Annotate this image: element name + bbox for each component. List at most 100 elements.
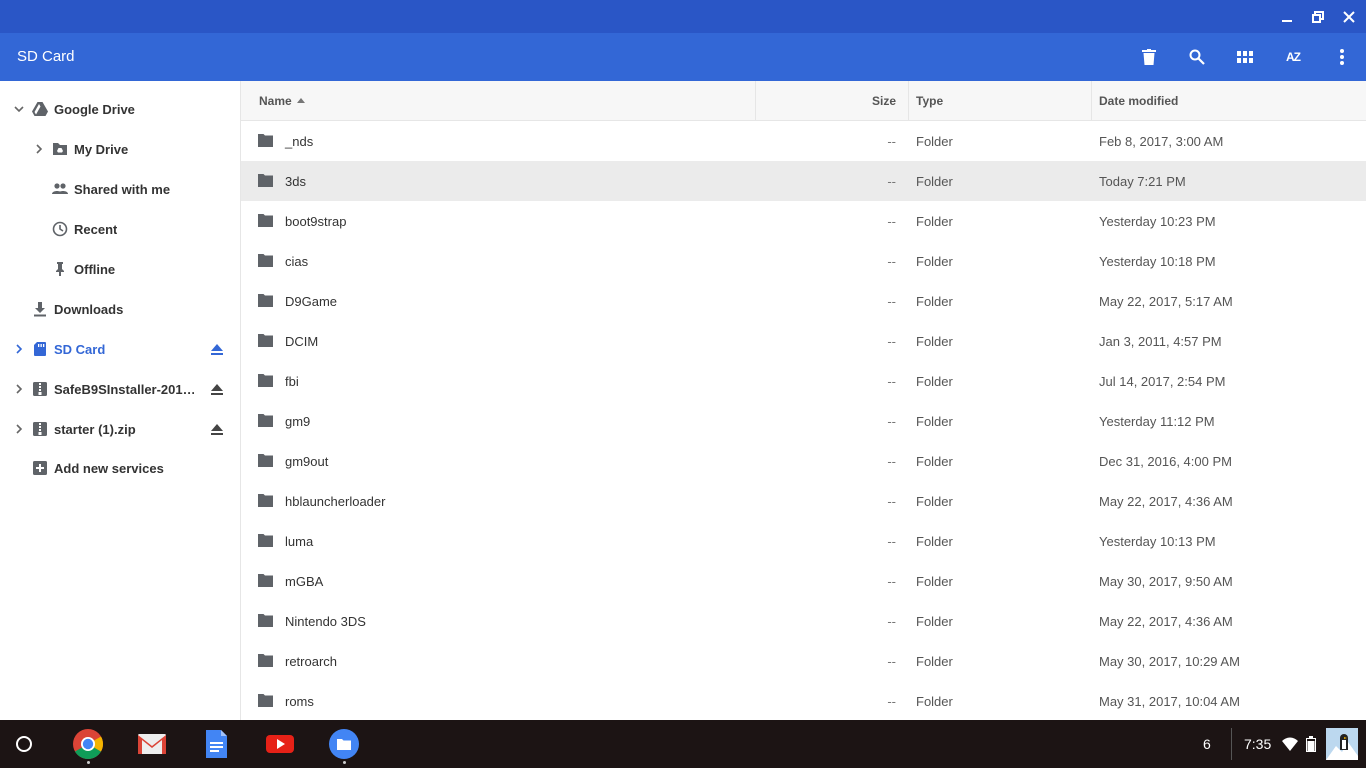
shelf-app-youtube[interactable]	[264, 728, 296, 760]
sidebar-item-google-drive[interactable]: Google Drive	[0, 89, 240, 129]
eject-icon[interactable]	[210, 422, 224, 436]
sidebar-item-label: Offline	[74, 262, 116, 277]
shelf-app-files[interactable]	[328, 728, 360, 760]
page-title: SD Card	[17, 48, 75, 65]
docs-icon	[206, 730, 227, 758]
file-row[interactable]: D9Game -- Folder May 22, 2017, 5:17 AM	[241, 281, 1366, 321]
sidebar-item-label: starter (1).zip	[54, 422, 136, 437]
eject-icon[interactable]	[210, 382, 224, 396]
column-header-size[interactable]: Size	[755, 81, 896, 121]
sidebar-item-my-drive[interactable]: My Drive	[0, 129, 240, 169]
notification-count[interactable]: 6	[1203, 736, 1211, 752]
file-size: --	[887, 374, 896, 389]
delete-icon	[1142, 49, 1156, 65]
file-type: Folder	[916, 334, 953, 349]
file-row[interactable]: DCIM -- Folder Jan 3, 2011, 4:57 PM	[241, 321, 1366, 361]
close-button[interactable]	[1338, 6, 1360, 28]
sidebar-item-downloads[interactable]: Downloads	[0, 289, 240, 329]
file-row[interactable]: boot9strap -- Folder Yesterday 10:23 PM	[241, 201, 1366, 241]
shelf-app-docs[interactable]	[200, 728, 232, 760]
sidebar-item-label: SD Card	[54, 342, 106, 357]
google-drive-icon	[32, 102, 48, 116]
file-row[interactable]: retroarch -- Folder May 30, 2017, 10:29 AM	[241, 641, 1366, 681]
file-row[interactable]: Nintendo 3DS -- Folder May 22, 2017, 4:36 A…	[241, 601, 1366, 641]
file-name: fbi	[285, 374, 299, 389]
sidebar-item-sd-card[interactable]: SD Card	[0, 329, 240, 369]
file-row[interactable]: mGBA -- Folder May 30, 2017, 9:50 AM	[241, 561, 1366, 601]
sort-button[interactable]: AZ	[1281, 45, 1305, 69]
delete-button[interactable]	[1137, 45, 1161, 69]
folder-icon	[258, 694, 273, 707]
file-row[interactable]: hblauncherloader -- Folder May 22, 2017, 4:…	[241, 481, 1366, 521]
file-name: boot9strap	[285, 214, 347, 229]
file-name: DCIM	[285, 334, 319, 349]
column-divider[interactable]	[1091, 81, 1092, 121]
file-size: --	[887, 414, 896, 429]
window-titlebar[interactable]	[0, 0, 1366, 33]
chevron-right-icon[interactable]	[33, 143, 45, 155]
file-name: D9Game	[285, 294, 338, 309]
file-row[interactable]: _nds -- Folder Feb 8, 2017, 3:00 AM	[241, 121, 1366, 161]
sidebar-item-starter-zip[interactable]: starter (1).zip	[0, 409, 240, 449]
more-options-button[interactable]	[1330, 45, 1354, 69]
files-icon	[329, 729, 359, 759]
file-list: Name Size Type Date modified _nds -- Folde…	[241, 81, 1366, 720]
search-button[interactable]	[1185, 45, 1209, 69]
file-type: Folder	[916, 574, 953, 589]
maximize-button[interactable]	[1307, 6, 1329, 28]
file-row[interactable]: fbi -- Folder Jul 14, 2017, 2:54 PM	[241, 361, 1366, 401]
column-header-date-modified[interactable]: Date modified	[1099, 81, 1178, 121]
file-date-modified: Today 7:21 PM	[1099, 174, 1186, 189]
column-header-type[interactable]: Type	[916, 81, 943, 121]
sidebar-item-add-new-services[interactable]: Add new services	[0, 448, 240, 488]
shelf-app-gmail[interactable]	[136, 728, 168, 760]
minimize-button[interactable]	[1276, 6, 1298, 28]
running-indicator	[343, 761, 346, 764]
shelf-app-chrome[interactable]	[72, 728, 104, 760]
file-size: --	[887, 254, 896, 269]
folder-icon	[258, 414, 273, 427]
sidebar-item-label: SafeB9SInstaller-201…	[54, 382, 194, 397]
sidebar-item-safeb9sinstaller[interactable]: SafeB9SInstaller-201…	[0, 369, 240, 409]
clock-icon	[52, 221, 68, 237]
file-date-modified: Yesterday 10:23 PM	[1099, 214, 1216, 229]
file-date-modified: May 31, 2017, 10:04 AM	[1099, 694, 1240, 709]
folder-icon	[258, 454, 273, 467]
sidebar-item-recent[interactable]: Recent	[0, 209, 240, 249]
file-type: Folder	[916, 214, 953, 229]
chevron-right-icon[interactable]	[13, 343, 25, 355]
chevron-right-icon[interactable]	[13, 423, 25, 435]
file-row[interactable]: gm9 -- Folder Yesterday 11:12 PM	[241, 401, 1366, 441]
eject-icon[interactable]	[210, 342, 224, 356]
file-date-modified: Yesterday 10:18 PM	[1099, 254, 1216, 269]
add-box-icon	[33, 461, 47, 475]
maximize-icon	[1312, 11, 1324, 23]
column-header-name[interactable]: Name	[259, 81, 305, 121]
youtube-icon	[266, 735, 294, 753]
sort-az-icon: AZ	[1286, 50, 1301, 64]
avatar[interactable]	[1326, 728, 1358, 760]
file-name: hblauncherloader	[285, 494, 386, 509]
column-divider[interactable]	[908, 81, 909, 121]
wifi-icon[interactable]	[1282, 737, 1298, 751]
clock[interactable]: 7:35	[1244, 736, 1271, 752]
shelf: 6 7:35	[0, 720, 1366, 768]
file-row[interactable]: gm9out -- Folder Dec 31, 2016, 4:00 PM	[241, 441, 1366, 481]
file-row[interactable]: cias -- Folder Yesterday 10:18 PM	[241, 241, 1366, 281]
sidebar-item-offline[interactable]: Offline	[0, 249, 240, 289]
launcher-button[interactable]	[16, 736, 32, 752]
file-type: Folder	[916, 614, 953, 629]
file-row[interactable]: roms -- Folder May 31, 2017, 10:04 AM	[241, 681, 1366, 720]
chevron-right-icon[interactable]	[13, 383, 25, 395]
sidebar-item-shared-with-me[interactable]: Shared with me	[0, 169, 240, 209]
column-label: Name	[259, 94, 292, 108]
file-size: --	[887, 454, 896, 469]
file-date-modified: Jul 14, 2017, 2:54 PM	[1099, 374, 1226, 389]
file-row[interactable]: 3ds -- Folder Today 7:21 PM	[241, 161, 1366, 201]
file-row[interactable]: luma -- Folder Yesterday 10:13 PM	[241, 521, 1366, 561]
battery-icon[interactable]	[1306, 736, 1316, 752]
file-size: --	[887, 494, 896, 509]
chevron-down-icon[interactable]	[13, 103, 25, 115]
pin-icon	[56, 262, 64, 276]
grid-view-button[interactable]	[1233, 45, 1257, 69]
